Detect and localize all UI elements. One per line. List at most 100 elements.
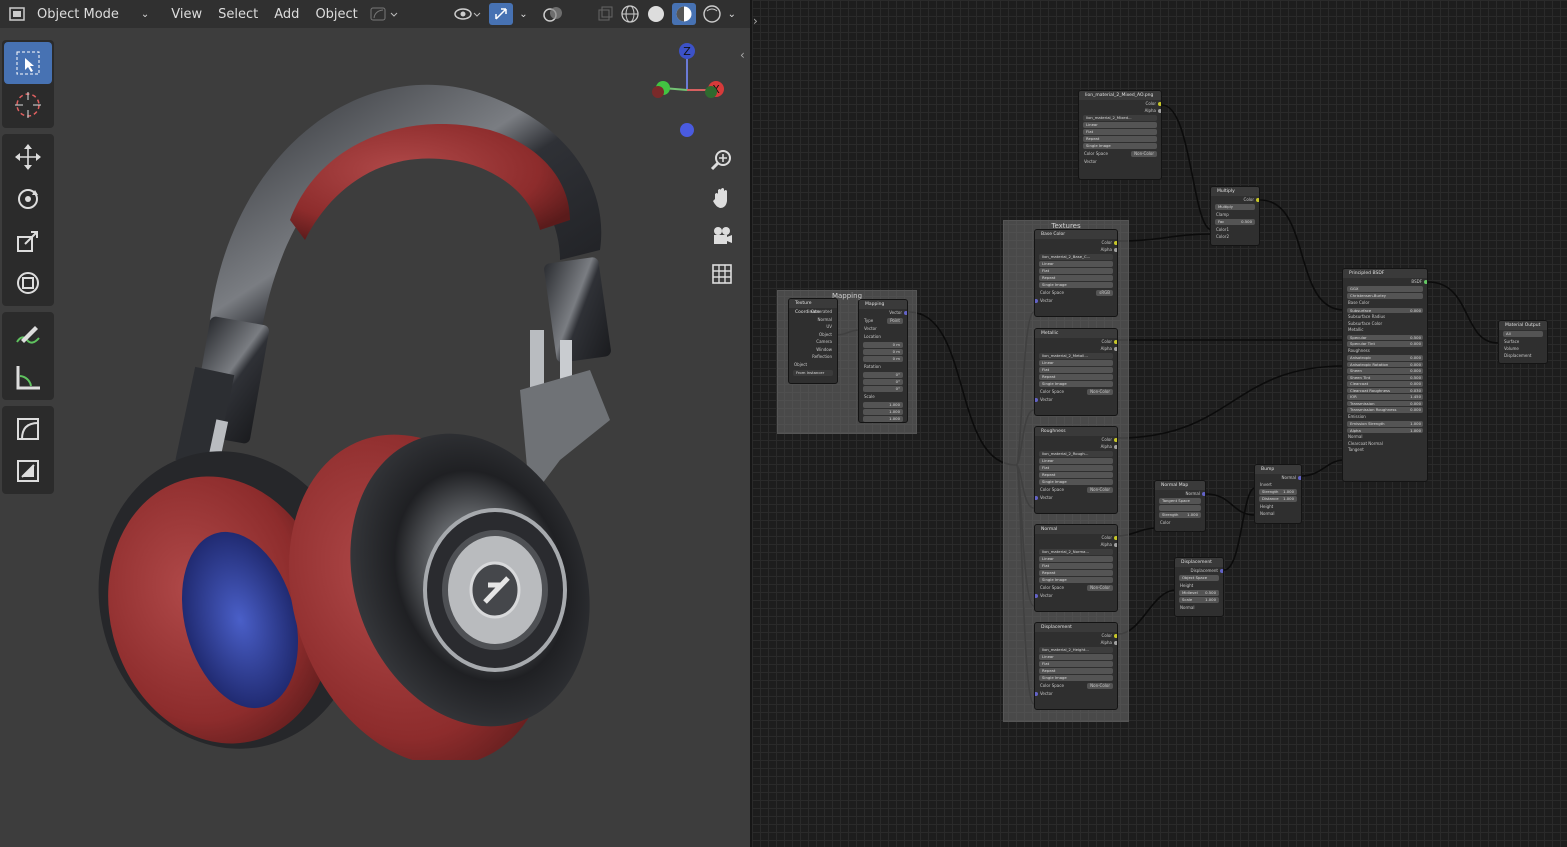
target-dropdown[interactable]: All xyxy=(1503,331,1543,337)
scale-field[interactable]: Scale 1.000 xyxy=(1179,597,1219,603)
interpolation-dropdown[interactable]: Linear xyxy=(1039,458,1113,464)
image-file-field[interactable]: lion_material_2_Rough... xyxy=(1039,451,1113,457)
gizmo-toggle-icon[interactable] xyxy=(486,0,516,28)
type-dropdown[interactable]: Point xyxy=(887,318,903,324)
extension-dropdown[interactable]: Repeat xyxy=(1083,136,1157,142)
shading-solid-icon[interactable] xyxy=(643,0,669,28)
extension-dropdown[interactable]: Repeat xyxy=(1039,374,1113,380)
shading-material-icon[interactable] xyxy=(669,0,699,28)
node-material-output[interactable]: Material Output All Surface Volume Displ… xyxy=(1498,320,1548,364)
zoom-icon[interactable] xyxy=(708,146,736,174)
measure-tool[interactable] xyxy=(4,356,52,398)
blend-type-dropdown[interactable]: Multiply xyxy=(1215,204,1255,210)
add-cube-tool[interactable] xyxy=(4,408,52,450)
scale-tool[interactable] xyxy=(4,220,52,262)
pan-hand-icon[interactable] xyxy=(708,184,736,212)
editor-type-icon[interactable] xyxy=(0,0,29,28)
location-y[interactable]: 0 m xyxy=(863,349,903,355)
projection-dropdown[interactable]: Flat xyxy=(1039,268,1113,274)
strength-field[interactable]: Strength 1.000 xyxy=(1159,512,1201,518)
bsdf-input-field[interactable]: Transmission 0.000 xyxy=(1347,400,1423,406)
node-image-texture-normal[interactable]: Normal Color Alpha lion_material_2_Norma… xyxy=(1034,524,1118,612)
projection-dropdown[interactable]: Flat xyxy=(1039,367,1113,373)
distribution-dropdown[interactable]: GGX xyxy=(1347,286,1423,292)
bsdf-input-field[interactable]: Clearcoat Roughness 0.030 xyxy=(1347,387,1423,393)
image-file-field[interactable]: lion_material_2_Height... xyxy=(1039,647,1113,653)
headphones-model-render[interactable] xyxy=(90,40,650,766)
bsdf-input-field[interactable]: IOR 1.450 xyxy=(1347,394,1423,400)
source-dropdown[interactable]: Single Image xyxy=(1039,577,1113,583)
strength-field[interactable]: Strength 1.000 xyxy=(1259,489,1297,495)
node-image-texture-base-color[interactable]: Base Color Color Alpha lion_material_2_B… xyxy=(1034,229,1118,317)
rotation-y[interactable]: 0° xyxy=(863,379,903,385)
bsdf-input-field[interactable]: Specular 0.500 xyxy=(1347,334,1423,340)
move-tool[interactable] xyxy=(4,136,52,178)
extension-dropdown[interactable]: Repeat xyxy=(1039,472,1113,478)
xray-toggle-icon[interactable] xyxy=(593,0,617,28)
interpolation-dropdown[interactable]: Linear xyxy=(1083,122,1157,128)
node-image-texture-displacement[interactable]: Displacement Color Alpha lion_material_2… xyxy=(1034,622,1118,710)
bsdf-input-field[interactable]: Clearcoat 0.000 xyxy=(1347,381,1423,387)
color-space-dropdown[interactable]: Non-Color xyxy=(1087,683,1113,689)
source-dropdown[interactable]: Single Image xyxy=(1039,282,1113,288)
rotation-x[interactable]: 0° xyxy=(863,372,903,378)
source-dropdown[interactable]: Single Image xyxy=(1039,675,1113,681)
rotation-z[interactable]: 0° xyxy=(863,386,903,392)
rotate-tool[interactable] xyxy=(4,178,52,220)
menu-view[interactable]: View xyxy=(163,0,210,28)
menu-add[interactable]: Add xyxy=(266,0,307,28)
fac-field[interactable]: Fac 0.500 xyxy=(1215,219,1255,225)
bsdf-input-field[interactable]: Transmission Roughness 0.000 xyxy=(1347,407,1423,413)
node-bump[interactable]: Bump Normal Invert Strength 1.000 Distanc… xyxy=(1254,464,1302,524)
node-image-texture-metallic[interactable]: Metallic Color Alpha lion_material_2_Met… xyxy=(1034,328,1118,416)
image-file-field[interactable]: lion_material_2_Mixed... xyxy=(1083,115,1157,121)
interpolation-dropdown[interactable]: Linear xyxy=(1039,556,1113,562)
subsurface-method-dropdown[interactable]: Christensen-Burley xyxy=(1347,293,1423,299)
shading-rendered-icon[interactable] xyxy=(699,0,725,28)
color-space-dropdown[interactable]: Non-Color xyxy=(1131,151,1157,157)
node-mapping[interactable]: Mapping Vector Type Point Vector Location… xyxy=(858,299,908,423)
extension-dropdown[interactable]: Repeat xyxy=(1039,275,1113,281)
location-z[interactable]: 0 m xyxy=(863,356,903,362)
camera-view-icon[interactable] xyxy=(708,222,736,250)
sidebar-toggle-icon[interactable]: ‹ xyxy=(740,48,745,62)
shading-wireframe-icon[interactable] xyxy=(617,0,643,28)
space-dropdown[interactable]: Object Space xyxy=(1179,575,1219,581)
bsdf-input-field[interactable]: Alpha 1.000 xyxy=(1347,427,1423,433)
node-mix-multiply[interactable]: Multiply Color Multiply Clamp Fac 0.500 C… xyxy=(1210,186,1260,246)
shader-node-editor[interactable]: › Mapping Texture Coordinate Generated N… xyxy=(752,0,1567,847)
color-space-dropdown[interactable]: sRGB xyxy=(1096,290,1113,296)
location-x[interactable]: 0 m xyxy=(863,342,903,348)
menu-select[interactable]: Select xyxy=(210,0,266,28)
projection-dropdown[interactable]: Flat xyxy=(1039,465,1113,471)
color-space-dropdown[interactable]: Non-Color xyxy=(1087,389,1113,395)
image-file-field[interactable]: lion_material_2_Norma... xyxy=(1039,549,1113,555)
interpolation-dropdown[interactable]: Linear xyxy=(1039,360,1113,366)
uv-map-field[interactable] xyxy=(1159,505,1201,511)
select-box-tool[interactable] xyxy=(4,42,52,84)
color-space-dropdown[interactable]: Non-Color xyxy=(1087,585,1113,591)
source-dropdown[interactable]: Single Image xyxy=(1083,143,1157,149)
node-texture-coordinate[interactable]: Texture Coordinate Generated Normal UV O… xyxy=(788,298,838,384)
projection-dropdown[interactable]: Flat xyxy=(1083,129,1157,135)
bsdf-input-field[interactable]: Sheen 0.000 xyxy=(1347,368,1423,374)
chevron-down-icon[interactable]: ⌄ xyxy=(725,0,750,28)
transform-tool[interactable] xyxy=(4,262,52,304)
3d-viewport[interactable]: Object Mode ⌄ View Select Add Object ⌄ ⌄… xyxy=(0,0,750,847)
projection-dropdown[interactable]: Flat xyxy=(1039,563,1113,569)
invert-checkbox[interactable]: Invert xyxy=(1255,481,1301,488)
image-file-field[interactable]: lion_material_2_Metall... xyxy=(1039,353,1113,359)
source-dropdown[interactable]: Single Image xyxy=(1039,479,1113,485)
transform-orientation-icon[interactable] xyxy=(366,0,402,28)
midlevel-field[interactable]: Midlevel 0.500 xyxy=(1179,590,1219,596)
add-plane-tool[interactable] xyxy=(4,450,52,492)
scale-x[interactable]: 1.000 xyxy=(863,402,903,408)
visibility-eye-icon[interactable] xyxy=(450,0,486,28)
node-displacement[interactable]: Displacement Displacement Object Space H… xyxy=(1174,557,1224,617)
mode-dropdown[interactable]: Object Mode ⌄ xyxy=(29,0,157,28)
bsdf-input-field[interactable]: Subsurface 0.000 xyxy=(1347,307,1423,313)
bsdf-input-field[interactable]: Specular Tint 0.000 xyxy=(1347,341,1423,347)
navigation-gizmo[interactable]: Z X xyxy=(645,40,735,140)
interpolation-dropdown[interactable]: Linear xyxy=(1039,261,1113,267)
extension-dropdown[interactable]: Repeat xyxy=(1039,668,1113,674)
